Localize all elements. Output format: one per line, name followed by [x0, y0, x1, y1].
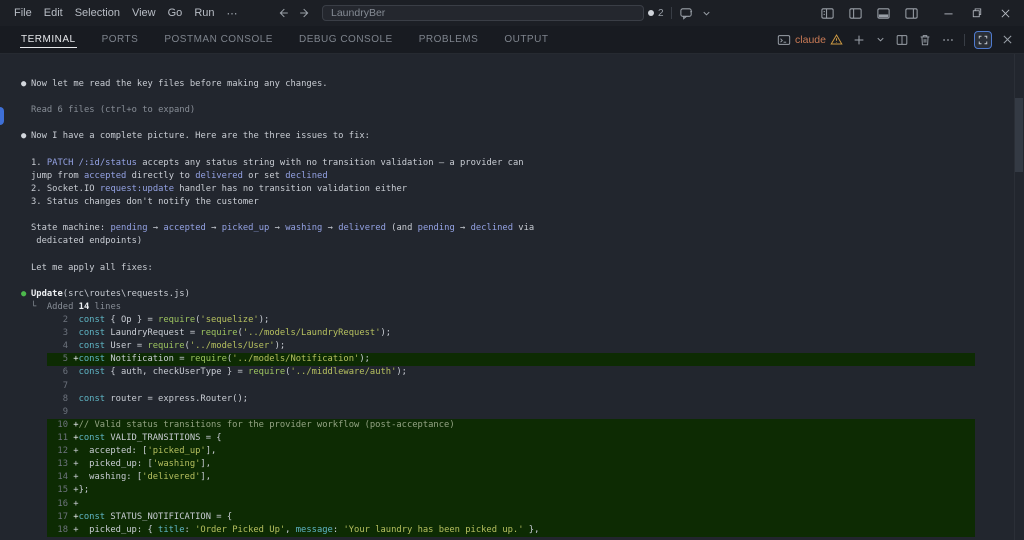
terminal-scrollbar: [1014, 54, 1024, 540]
terminal-dropdown-chevron-icon[interactable]: [875, 34, 886, 45]
terminal-line: ● Update(src\routes\requests.js): [0, 288, 1012, 301]
bullet-icon: ●: [21, 288, 27, 299]
back-arrow-icon[interactable]: [276, 6, 290, 20]
menu-overflow-button[interactable]: ⋯: [221, 5, 245, 22]
tab-ports[interactable]: PORTS: [89, 26, 152, 53]
layout-controls: [820, 0, 1024, 26]
tab-debug-console[interactable]: DEBUG CONSOLE: [286, 26, 406, 53]
new-terminal-icon[interactable]: [852, 33, 866, 47]
terminal-session-claude[interactable]: claude: [777, 33, 843, 47]
customize-layout-icon[interactable]: [820, 6, 835, 21]
notification-count-badge[interactable]: 2: [648, 8, 664, 19]
terminal-output: ● Now let me read the key files before ma…: [0, 78, 1012, 537]
tab-terminal[interactable]: TERMINAL: [8, 26, 89, 53]
terminal-line: 5 +const Notification = require('../mode…: [47, 353, 975, 367]
terminal-line: 2 const { Op } = require('sequelize');: [62, 314, 270, 325]
terminal-line: 13 + picked_up: ['washing'],: [47, 458, 975, 472]
terminal-line: 3 const LaundryRequest = require('../mod…: [62, 328, 392, 339]
tab-output[interactable]: OUTPUT: [491, 26, 561, 53]
tab-problems[interactable]: PROBLEMS: [406, 26, 492, 53]
menu-go[interactable]: Go: [162, 5, 189, 21]
tab-postman-console[interactable]: POSTMAN CONSOLE: [151, 26, 286, 53]
terminal-line: 2. Socket.IO request:update handler has …: [31, 183, 408, 194]
maximize-panel-button[interactable]: [974, 30, 992, 49]
terminal-line: jump from accepted directly to delivered…: [31, 170, 328, 181]
menu-selection[interactable]: Selection: [69, 5, 126, 21]
history-nav: [276, 0, 312, 26]
title-bar: File Edit Selection View Go Run ⋯ Laundr…: [0, 0, 1024, 26]
vscode-window: File Edit Selection View Go Run ⋯ Laundr…: [0, 0, 1024, 540]
menu-edit[interactable]: Edit: [38, 5, 69, 21]
terminal-line: 14 + washing: ['delivered'],: [47, 471, 975, 485]
close-panel-icon[interactable]: [1001, 33, 1014, 46]
scrollbar-thumb[interactable]: [1015, 98, 1023, 172]
terminal-line: 18 + picked_up: { title: 'Order Picked U…: [47, 523, 975, 537]
panel-tabs: TERMINAL PORTS POSTMAN CONSOLE DEBUG CON…: [0, 26, 561, 53]
toggle-sidebar-icon[interactable]: [848, 6, 863, 21]
terminal-line: 16 +: [47, 497, 975, 511]
title-badges: 2: [648, 0, 712, 26]
terminal-line: 4 const User = require('../models/User')…: [62, 341, 286, 352]
maximize-panel-icon: [978, 35, 988, 44]
terminal-line: State machine: pending → accepted → pick…: [31, 223, 535, 234]
kill-terminal-trash-icon[interactable]: [918, 33, 932, 47]
terminal-line: 12 + accepted: ['picked_up'],: [47, 445, 975, 459]
terminal-line: Read 6 files (ctrl+o to expand): [31, 105, 196, 116]
toggle-panel-icon[interactable]: [876, 6, 891, 21]
terminal-line: ● Now I have a complete picture. Here are…: [0, 130, 1012, 143]
activity-indicator: [0, 107, 4, 125]
menu-bar: File Edit Selection View Go Run ⋯: [0, 5, 245, 22]
bullet-icon: ●: [21, 79, 27, 89]
command-center-search[interactable]: LaundryBer: [322, 5, 644, 21]
minimize-icon[interactable]: [942, 7, 955, 20]
terminal-line: 9: [62, 406, 68, 417]
toggle-secondary-sidebar-icon[interactable]: [904, 6, 919, 21]
terminal-icon: [777, 34, 791, 45]
panel-tab-bar: TERMINAL PORTS POSTMAN CONSOLE DEBUG CON…: [0, 26, 1024, 54]
notification-count: 2: [658, 7, 664, 19]
terminal-line: 3. Status changes don't notify the custo…: [31, 196, 259, 207]
restore-icon[interactable]: [971, 7, 983, 19]
window-controls: [942, 7, 1012, 20]
terminal-panel[interactable]: ● Now let me read the key files before ma…: [0, 54, 1024, 540]
terminal-line: 17 +const STATUS_NOTIFICATION = {: [47, 510, 975, 524]
terminal-line: 7: [62, 380, 68, 391]
divider: [964, 33, 965, 46]
terminal-line: 10 +// Valid status transitions for the …: [47, 418, 975, 432]
bullet-icon: ●: [21, 131, 27, 142]
warning-icon: [830, 34, 843, 45]
terminal-line: 1. PATCH /:id/status accepts any status …: [31, 157, 524, 168]
terminal-line: ● Now let me read the key files before ma…: [0, 78, 1012, 91]
close-window-icon[interactable]: [999, 7, 1012, 20]
split-terminal-icon[interactable]: [895, 33, 909, 47]
terminal-line: 11 +const VALID_TRANSITIONS = {: [47, 431, 975, 446]
menu-view[interactable]: View: [126, 5, 162, 21]
menu-file[interactable]: File: [8, 5, 38, 21]
terminal-session-label: claude: [795, 33, 826, 46]
terminal-line: └ Added 14 lines: [31, 301, 122, 312]
terminal-line: 6 const { auth, checkUserType } = requir…: [62, 367, 407, 378]
forward-arrow-icon[interactable]: [298, 6, 312, 20]
terminal-line: dedicated endpoints): [31, 236, 143, 247]
terminal-line: Let me apply all fixes:: [31, 262, 153, 273]
copilot-chat-icon[interactable]: [679, 6, 694, 21]
terminal-actions: claude: [777, 30, 1024, 49]
terminal-line: 15 +};: [47, 484, 975, 498]
more-actions-icon[interactable]: [941, 33, 955, 47]
menu-run[interactable]: Run: [188, 5, 220, 21]
chevron-down-icon[interactable]: [701, 8, 712, 19]
terminal-line: 8 const router = express.Router();: [62, 393, 249, 404]
divider: [670, 7, 672, 19]
notification-dot-icon: [648, 10, 654, 16]
